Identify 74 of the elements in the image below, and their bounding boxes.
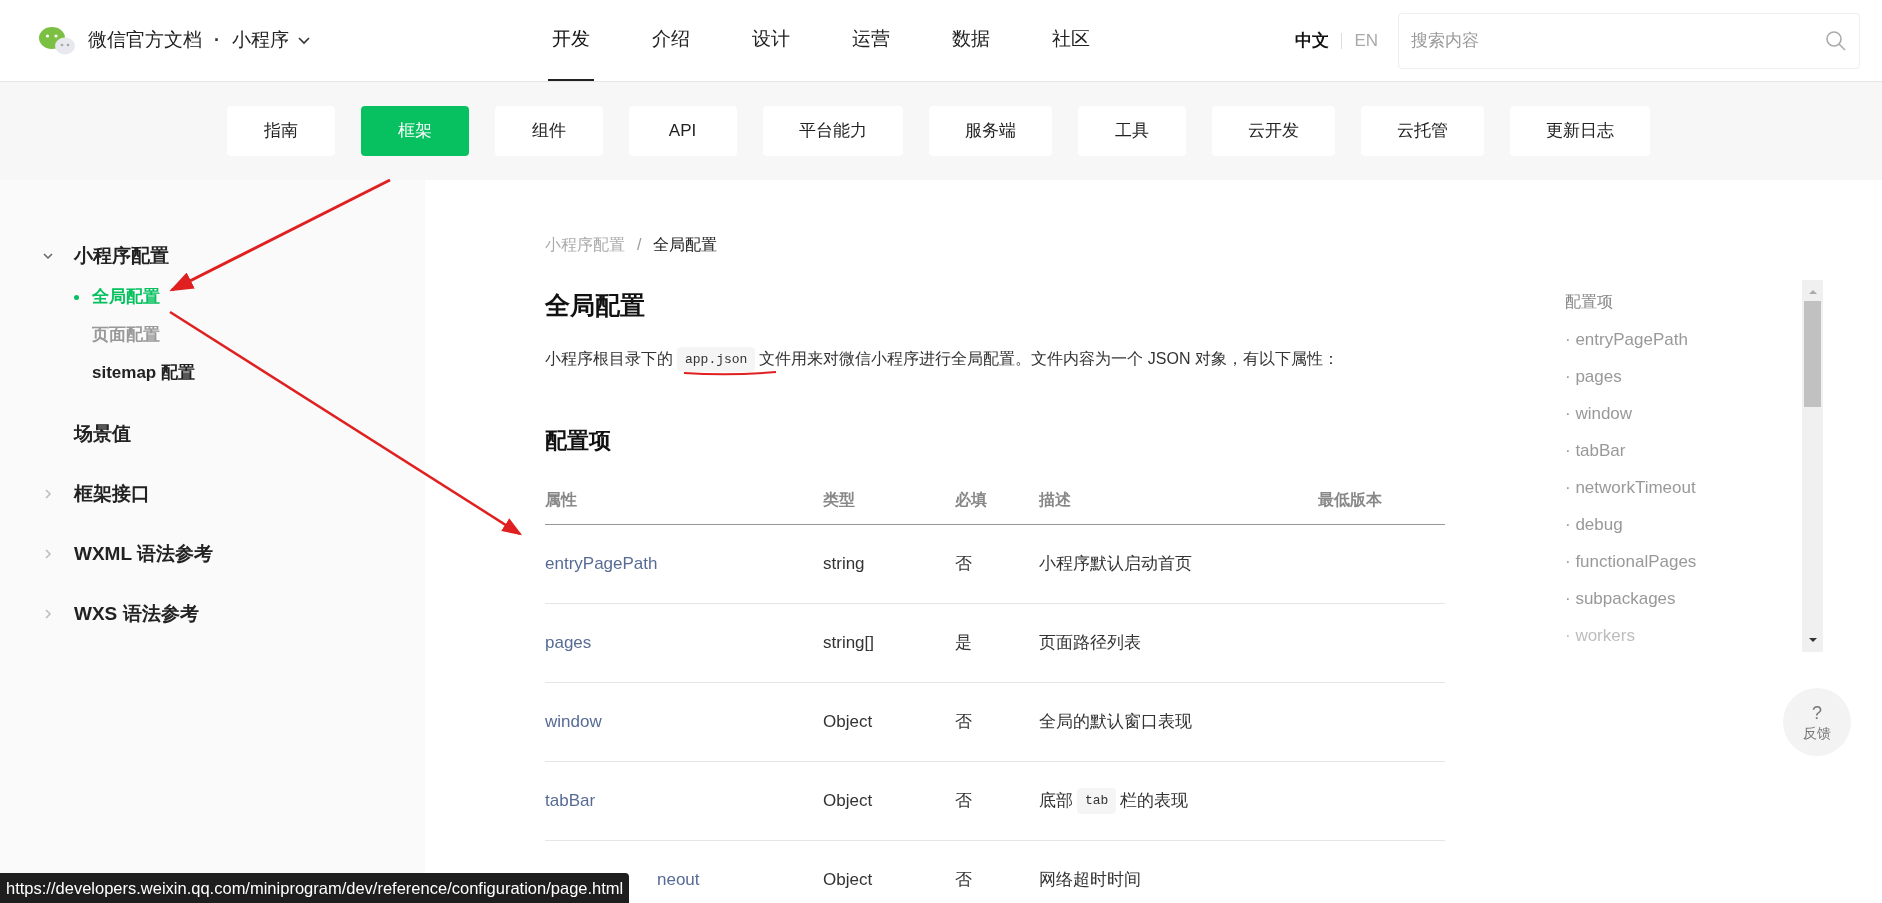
subnav-tab[interactable]: 更新日志 [1509,106,1650,156]
property-link[interactable]: pages [545,633,592,653]
subnav-tab[interactable]: 组件 [494,106,603,156]
chevron-right-icon[interactable] [42,608,54,620]
table-cell: 否 [955,712,972,732]
chevron-right-icon[interactable] [42,548,54,560]
table-cell: 否 [955,791,972,811]
separator-dot: · [214,29,220,52]
feedback-button[interactable]: ? 反馈 [1783,688,1851,756]
sidebar-item[interactable]: WXS 语法参考 [74,599,199,629]
chat-bubbles-logo-icon [38,25,76,56]
sidebar-subitem[interactable]: sitemap 配置 [92,360,195,386]
table-cell-text: 底部 [1039,790,1073,813]
column-header: 最低版本 [1318,490,1382,508]
table-cell: 是 [955,633,972,653]
subnav-tab[interactable]: 工具 [1077,106,1186,156]
subnav-tab[interactable]: 平台能力 [762,106,903,156]
table-cell: 否 [955,554,972,574]
search-icon[interactable] [1825,29,1847,52]
nav-tab[interactable]: 运营 [848,0,894,81]
inline-code: tab [1077,788,1117,814]
scrollbar[interactable] [1802,280,1823,652]
sidebar-item[interactable]: 框架接口 [74,479,150,509]
inline-code: app.json [677,346,756,372]
table-cell-text: 页面路径列表 [1039,632,1141,655]
sidebar-item[interactable]: 小程序配置 [74,241,169,271]
scrollbar-thumb[interactable] [1804,301,1821,407]
table-cell-text: 小程序默认启动首页 [1039,553,1192,576]
scroll-up-icon[interactable] [1807,288,1818,296]
language-option[interactable]: 中文 [1295,27,1330,54]
column-header: 类型 [823,490,855,508]
intro-text: 文件用来对微信小程序进行全局配置。文件内容为一个 JSON 对象，有以下属性： [759,349,1339,370]
chevron-down-icon[interactable] [42,250,54,262]
search-input[interactable]: 搜索内容 [1411,27,1825,54]
brand-title[interactable]: 微信官方文档 [88,26,202,55]
column-header: 属性 [545,490,577,508]
table-cell: Object [823,791,873,811]
nav-tab[interactable]: 设计 [748,0,794,81]
toc-title: 配置项 [1565,292,1614,312]
property-link[interactable]: entryPagePath [545,554,658,574]
page-title: 全局配置 [545,290,646,321]
property-link[interactable]: tabBar [545,791,596,811]
subnav-tab[interactable]: API [628,106,737,156]
nav-tab[interactable]: 社区 [1048,0,1094,81]
search-field[interactable]: 搜索内容 [1398,12,1860,69]
table-cell: Object [823,870,873,890]
property-link[interactable]: window [545,712,602,732]
sidebar-item[interactable]: 场景值 [74,419,131,449]
subnav-tab[interactable]: 云托管 [1360,106,1484,156]
breadcrumb-current: 全局配置 [653,235,718,255]
nav-tab[interactable]: 介绍 [648,0,694,81]
sidebar-item[interactable]: WXML 语法参考 [74,539,213,569]
table-cell: string[] [823,633,875,653]
table-cell: string [823,554,865,574]
table-cell-text: 全局的默认窗口表现 [1039,711,1192,734]
table-cell: Object [823,712,873,732]
chevron-right-icon[interactable] [42,488,54,500]
column-header: 描述 [1039,490,1071,508]
intro-text: 小程序根目录下的 [545,349,673,370]
nav-tab[interactable]: 数据 [948,0,994,81]
status-url-tooltip: https://developers.weixin.qq.com/miniprogram/dev/reference/configuration/page.html [0,873,630,903]
section-heading: 配置项 [545,427,612,455]
table-cell: 否 [955,870,972,890]
subnav-tab[interactable]: 服务端 [928,106,1052,156]
table-cell-text: 栏的表现 [1120,790,1189,813]
subnav-tab[interactable]: 云开发 [1211,106,1335,156]
property-link[interactable]: neout [657,870,700,890]
scroll-down-icon[interactable] [1807,636,1818,644]
table-cell-text: 网络超时时间 [1039,869,1141,892]
breadcrumb-separator: / [637,235,642,255]
subnav-tab[interactable]: 指南 [226,106,335,156]
column-header: 必填 [955,490,987,508]
product-dropdown[interactable]: 小程序 [232,26,311,55]
chevron-down-icon [297,35,311,46]
